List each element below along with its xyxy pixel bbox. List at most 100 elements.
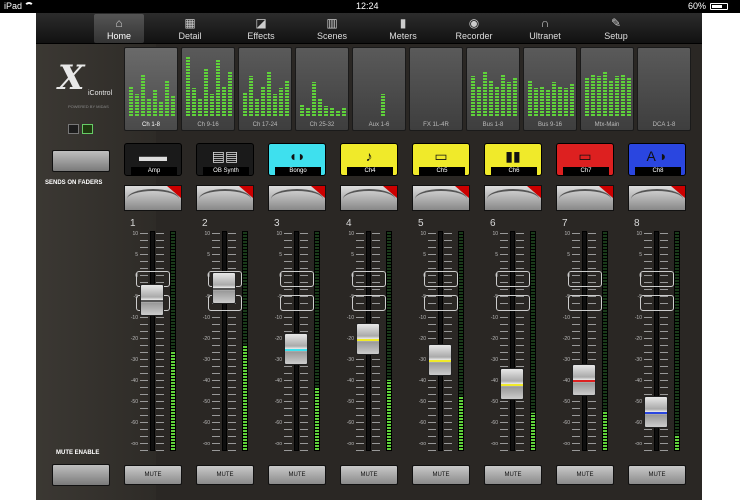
eq-thumbnail[interactable] [340, 185, 398, 211]
tab-scenes[interactable]: ▥ Scenes [307, 14, 357, 43]
scale-label: -oo [130, 441, 138, 447]
meter-bar [381, 94, 385, 116]
instrument-icon: ◖◗ [288, 148, 306, 164]
tab-home[interactable]: ⌂ Home [94, 14, 144, 43]
channel-icon-button[interactable]: ▬▬ Amp [124, 143, 182, 176]
mute-button[interactable]: MUTE [484, 465, 542, 485]
x32-logo: X iControl POWERED BY MIDAS [50, 58, 120, 109]
channel-vu-meter [674, 231, 680, 451]
fader-knob[interactable] [140, 284, 164, 316]
logo-x: X [58, 58, 85, 98]
scale-label: -60 [346, 420, 354, 426]
meter-bar [147, 98, 151, 116]
fader-track[interactable] [438, 231, 443, 451]
meter-bar [489, 80, 493, 116]
eq-thumbnail[interactable] [124, 185, 182, 211]
meter-bar [204, 68, 208, 116]
effects-icon: ◪ [255, 16, 267, 30]
scale-label: 10 [636, 231, 642, 237]
tab-recorder[interactable]: ◉ Recorder [449, 14, 499, 43]
fader-track[interactable] [582, 231, 587, 451]
channel-icon-button[interactable]: ▮▮ Ch6 [484, 143, 542, 176]
channel-icon-button[interactable]: ▭ Ch7 [556, 143, 614, 176]
meter-tile-label: Mtx-Main [594, 122, 620, 128]
meter-bar [528, 80, 532, 116]
mute-button[interactable]: MUTE [412, 465, 470, 485]
info-icon[interactable] [68, 124, 79, 134]
scale-label: -40 [562, 378, 570, 384]
scale-label: -40 [346, 378, 354, 384]
scale-label: -10 [490, 315, 498, 321]
wifi-status-icon[interactable] [82, 124, 93, 134]
meter-tile[interactable]: Bus 1-8 [466, 47, 520, 131]
mute-button[interactable]: MUTE [268, 465, 326, 485]
channel-icon-button[interactable]: ▭ Ch5 [412, 143, 470, 176]
fader-knob[interactable] [500, 368, 524, 400]
eq-thumbnail[interactable] [556, 185, 614, 211]
meter-tile[interactable]: Ch 17-24 [238, 47, 292, 131]
meter-bar [336, 110, 340, 116]
fader-mark [424, 295, 458, 311]
channel-vu-meter [314, 231, 320, 451]
meter-bar [192, 88, 196, 116]
channel-icon-button[interactable]: A ◗ Ch8 [628, 143, 686, 176]
status-bar: iPad 12:24 60% [0, 0, 740, 13]
scale-label: -30 [490, 357, 498, 363]
meter-tile[interactable]: Bus 9-16 [523, 47, 577, 131]
mute-button[interactable]: MUTE [340, 465, 398, 485]
scale-label: -10 [346, 315, 354, 321]
meter-bar [609, 80, 613, 116]
recorder-icon: ◉ [468, 16, 480, 30]
tab-ultranet[interactable]: ∩ Ultranet [520, 14, 570, 43]
scale-label: -10 [634, 315, 642, 321]
meter-bar [564, 88, 568, 116]
eq-thumbnail[interactable] [412, 185, 470, 211]
fader-track[interactable] [510, 231, 515, 451]
scale-label: -50 [418, 399, 426, 405]
eq-thumbnail[interactable] [484, 185, 542, 211]
fader-knob[interactable] [284, 333, 308, 365]
channel-icon-button[interactable]: ♪ Ch4 [340, 143, 398, 176]
meter-tile[interactable]: FX 1L-4R [409, 47, 463, 131]
mute-button[interactable]: MUTE [124, 465, 182, 485]
fader-knob[interactable] [572, 364, 596, 396]
fader-knob[interactable] [212, 272, 236, 304]
fader-knob[interactable] [644, 396, 668, 428]
meter-tile[interactable]: Aux 1-6 [352, 47, 406, 131]
scale-label: -20 [202, 336, 210, 342]
meter-tile[interactable]: Ch 1-8 [124, 47, 178, 131]
fader-track[interactable] [150, 231, 155, 451]
scale-label: -oo [346, 441, 354, 447]
status-time: 12:24 [356, 1, 379, 11]
meter-tile-label: Ch 9-16 [197, 122, 219, 128]
sends-on-faders-button[interactable] [52, 150, 110, 172]
tab-setup[interactable]: ✎ Setup [591, 14, 641, 43]
eq-thumbnail[interactable] [628, 185, 686, 211]
tab-detail[interactable]: ▦ Detail [165, 14, 215, 43]
tab-meters[interactable]: ▮ Meters [378, 14, 428, 43]
channel-icon-button[interactable]: ◖◗ Bongo [268, 143, 326, 176]
mute-button[interactable]: MUTE [628, 465, 686, 485]
fader-knob[interactable] [356, 323, 380, 355]
mute-button[interactable]: MUTE [196, 465, 254, 485]
eq-thumbnail[interactable] [268, 185, 326, 211]
meter-bar [552, 82, 556, 116]
channel-strip: A ◗ Ch8 8 10 5 0 -5 -10 -20 -30 -40 -50 -60 -oo MU… [628, 143, 697, 488]
fader-track[interactable] [222, 231, 227, 451]
eq-thumbnail[interactable] [196, 185, 254, 211]
scale-label: -40 [418, 378, 426, 384]
tab-effects[interactable]: ◪ Effects [236, 14, 286, 43]
meter-tile[interactable]: Mtx-Main [580, 47, 634, 131]
meter-tile[interactable]: DCA 1-8 [637, 47, 691, 131]
tab-label: Detail [178, 31, 202, 41]
mute-button[interactable]: MUTE [556, 465, 614, 485]
channel-icon-button[interactable]: ▤▤ OB Synth [196, 143, 254, 176]
channel-name: Ch4 [347, 167, 393, 176]
mute-enable-button[interactable] [52, 464, 110, 486]
meter-tile[interactable]: Ch 25-32 [295, 47, 349, 131]
scale-label: 5 [639, 252, 642, 258]
fader-knob[interactable] [428, 344, 452, 376]
scale-label: -30 [202, 357, 210, 363]
meter-tile[interactable]: Ch 9-16 [181, 47, 235, 131]
fader-mark [352, 295, 386, 311]
